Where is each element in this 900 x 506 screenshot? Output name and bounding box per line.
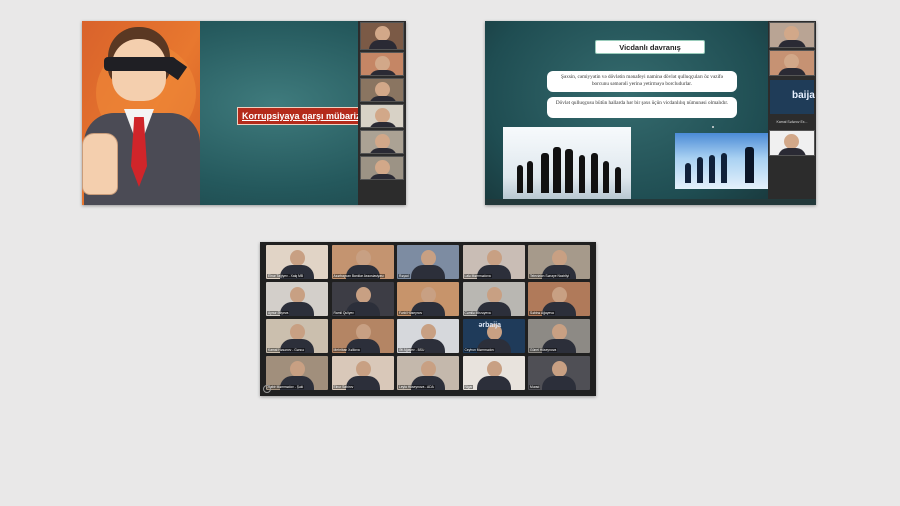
slide-title: Vicdanlı davranış: [595, 40, 705, 54]
participant-tile[interactable]: [360, 52, 404, 76]
participant-name: Ramil Quliyev: [332, 311, 355, 315]
participant-tile[interactable]: [769, 50, 815, 76]
business-people-image: [503, 127, 631, 199]
participant-sidebar: baija Kamal Səfərov Ex...: [768, 21, 816, 205]
screenshot-gallery-view: Elnur Tağiyev - Xalq MB Azərbaycan Bankl…: [260, 242, 596, 396]
participant-tile[interactable]: Aynur Əliyeva: [266, 282, 328, 316]
screenshot-slide-conscientious: Vicdanlı davranış Şəxsin, cəmiyyətin və …: [485, 21, 816, 205]
participant-tile[interactable]: Elnur Sabirov: [331, 356, 394, 390]
participant-name: Elnur Tağiyev - Xalq MB: [267, 274, 305, 278]
participant-tile[interactable]: Azərbaycan Banklar Assosiasiyası: [331, 245, 394, 279]
participant-name: Ceyhun Məmmədov: [463, 348, 496, 352]
participant-tile[interactable]: Lalə Məmmədova: [462, 245, 525, 279]
participant-tile[interactable]: [769, 22, 815, 48]
participant-gallery: Elnur Tağiyev - Xalq MB Azərbaycan Bankl…: [266, 245, 590, 393]
participant-tile[interactable]: [360, 130, 404, 154]
participant-name: Kamal Həsənov - Gəncə: [267, 348, 305, 352]
participant-name: Aynur Əliyeva: [267, 311, 290, 315]
participant-tile[interactable]: Sabir Məmmədov - Şəki: [266, 356, 328, 390]
participant-name: Mehriban Xəlilova: [332, 348, 361, 352]
participant-tile[interactable]: ərbaija Ceyhun Məmmədov: [462, 319, 525, 353]
participant-tile[interactable]: Televizion Sənaye Nazirliyi: [528, 245, 590, 279]
participant-name: Səbinə Ağayeva: [529, 311, 555, 315]
slide-text-box: Şəxsin, cəmiyyətin və dövlətin mənafeyi …: [547, 71, 737, 92]
participant-tile[interactable]: Ramil Quliyev: [331, 282, 394, 316]
participant-name-label: Kamal Səfərov Ex...: [776, 120, 808, 124]
participant-tile[interactable]: Rəşad: [397, 245, 459, 279]
participant-tile-brand[interactable]: baija: [770, 80, 815, 114]
participant-name: Əli Ağayev - BSU: [398, 348, 426, 352]
participant-tile[interactable]: [360, 78, 404, 102]
participant-name: Leyla Hüseynova - ADA: [398, 385, 435, 389]
participant-name: Lalə Məmmədova: [463, 274, 492, 278]
participant-tile[interactable]: [360, 104, 404, 128]
participant-tile[interactable]: Leyla Hüseynova - ADA: [397, 356, 459, 390]
participant-tile[interactable]: Günel Hüseynova: [528, 319, 590, 353]
participant-tile[interactable]: Səbinə Ağayeva: [528, 282, 590, 316]
slide-title: Korrupsiyaya qarşı mübarizə: [237, 107, 377, 125]
presentation-slide: Vicdanlı davranış Şəxsin, cəmiyyətin və …: [485, 21, 776, 205]
participant-name: Nigar: [463, 385, 474, 389]
participant-tile[interactable]: Nigar: [462, 356, 525, 390]
participant-name: Televizion Sənaye Nazirliyi: [529, 274, 571, 278]
participant-name: Elnur Sabirov: [332, 385, 355, 389]
participant-tile[interactable]: Cəmilə Mirzəyeva: [462, 282, 525, 316]
team-silhouettes-image: [675, 133, 776, 189]
participant-name: Günel Hüseynova: [529, 348, 558, 352]
stop-hand-icon: [82, 133, 118, 195]
participant-tile[interactable]: [769, 130, 815, 156]
participant-tile[interactable]: Murad: [528, 356, 590, 390]
participant-tile[interactable]: [360, 156, 404, 180]
participant-tile[interactable]: Mehriban Xəlilova: [331, 319, 394, 353]
brand-text: ərbaija: [478, 322, 502, 329]
presentation-slide: Korrupsiyaya qarşı mübarizə: [82, 21, 377, 205]
chevron-left-icon[interactable]: ‹: [263, 385, 271, 393]
participant-name: Azərbaycan Banklar Assosiasiyası: [332, 274, 385, 278]
meeting-toolbar[interactable]: [485, 199, 816, 205]
screenshot-slide-corruption: Korrupsiyaya qarşı mübarizə: [82, 21, 406, 205]
participant-sidebar: [358, 21, 406, 205]
participant-tile[interactable]: Fərid Hüseynov: [397, 282, 459, 316]
participant-name: Rəşad: [398, 274, 410, 278]
slide-text-box: Dövlət qulluqçusu bütün hallarda hər bir…: [547, 97, 737, 118]
participant-tile[interactable]: [360, 22, 404, 50]
participant-name: Murad: [529, 385, 541, 389]
participant-name: Fərid Hüseynov: [398, 311, 424, 315]
participant-tile[interactable]: Elnur Tağiyev - Xalq MB: [266, 245, 328, 279]
cursor-dot: [712, 126, 714, 128]
participant-tile[interactable]: Kamal Həsənov - Gəncə: [266, 319, 328, 353]
participant-tile[interactable]: Əli Ağayev - BSU: [397, 319, 459, 353]
participant-name: Cəmilə Mirzəyeva: [463, 311, 492, 315]
participant-name: Sabir Məmmədov - Şəki: [267, 385, 305, 389]
